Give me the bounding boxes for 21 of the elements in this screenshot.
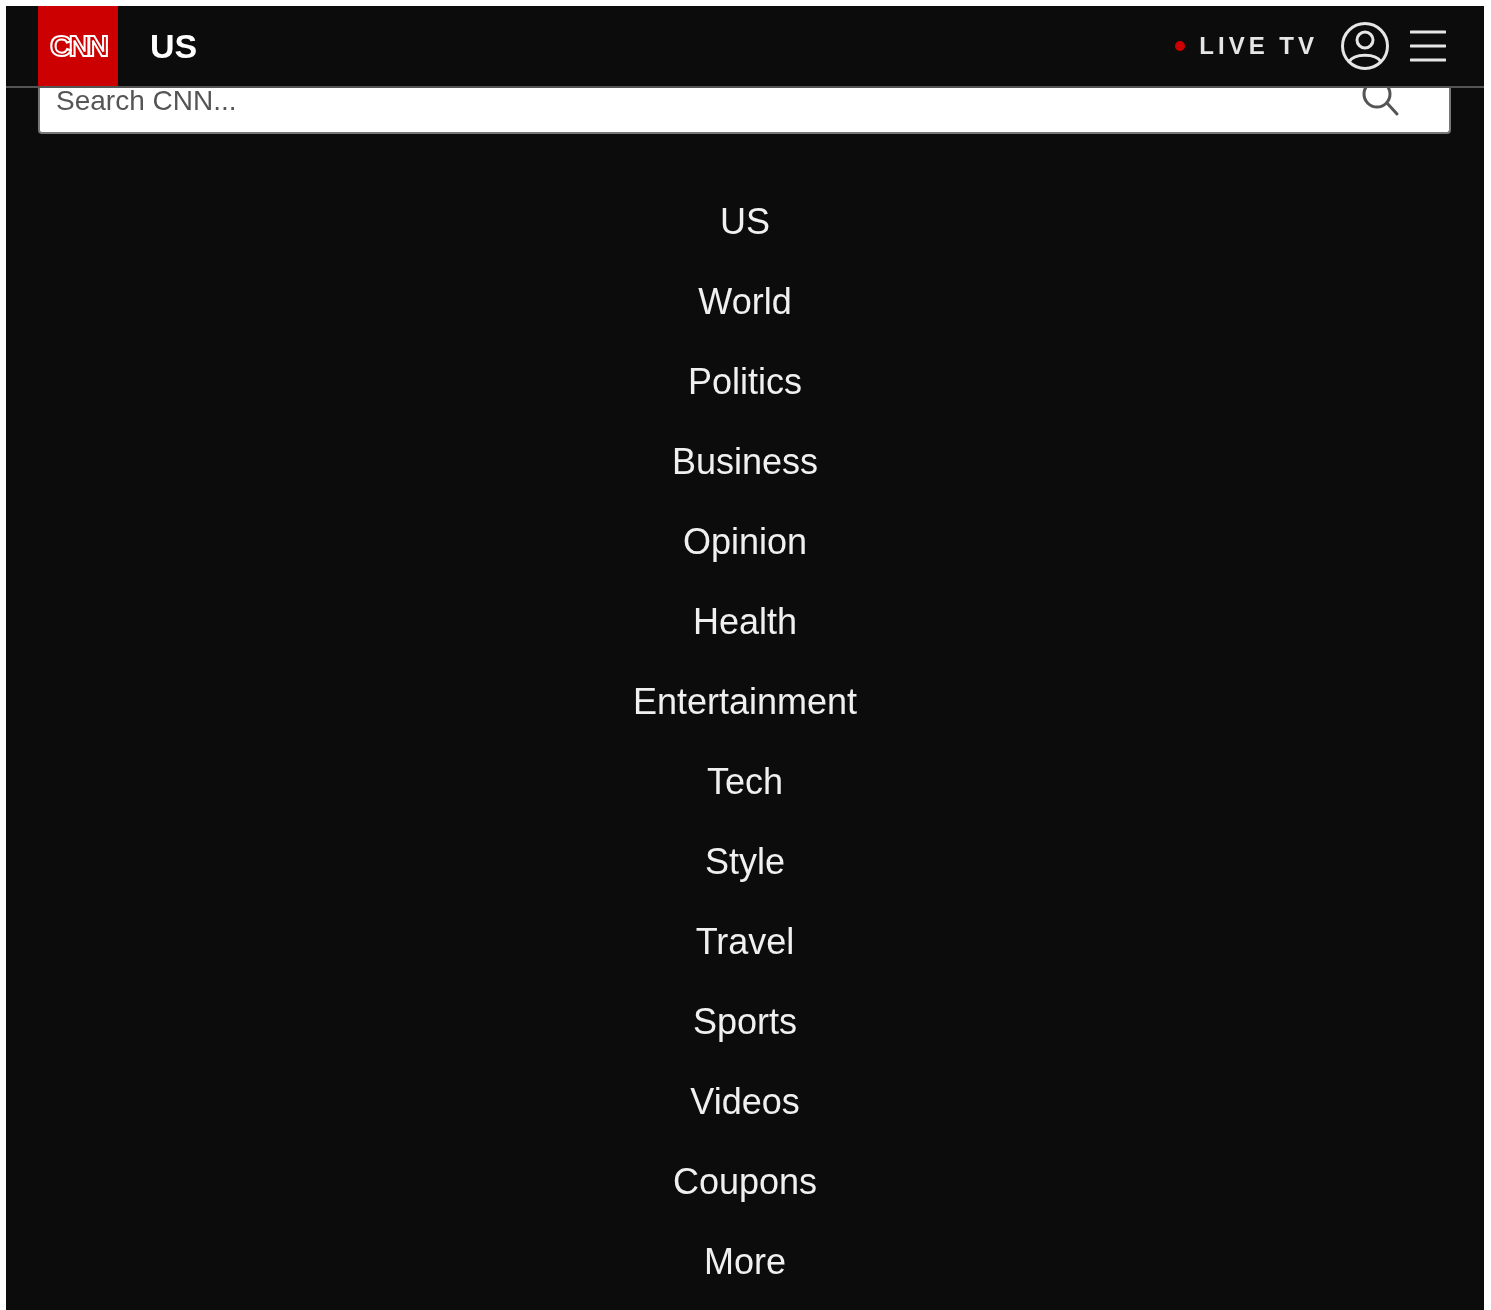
nav-link[interactable]: Business bbox=[671, 441, 819, 483]
nav-link[interactable]: Travel bbox=[695, 921, 795, 963]
nav-link[interactable]: Health bbox=[692, 601, 798, 643]
nav-link[interactable]: Entertainment bbox=[632, 681, 858, 723]
nav-link[interactable]: Politics bbox=[688, 361, 802, 403]
nav-link[interactable]: Style bbox=[704, 841, 785, 883]
nav-link[interactable]: US bbox=[720, 201, 770, 243]
nav-link[interactable]: Coupons bbox=[672, 1161, 818, 1203]
nav-link[interactable]: World bbox=[698, 281, 792, 323]
live-tv-link[interactable]: LIVE TV bbox=[1199, 32, 1318, 60]
account-icon[interactable] bbox=[1340, 21, 1390, 71]
menu-icon[interactable] bbox=[1410, 29, 1446, 63]
search-field[interactable]: Search CNN... bbox=[38, 88, 1451, 134]
nav-link[interactable]: Videos bbox=[690, 1081, 800, 1123]
search-icon[interactable] bbox=[1361, 88, 1401, 118]
nav-link[interactable]: More bbox=[704, 1241, 786, 1283]
nav-link[interactable]: Opinion bbox=[682, 521, 808, 563]
logo[interactable]: CNN bbox=[38, 6, 118, 86]
nav-link[interactable]: Sports bbox=[692, 1001, 797, 1043]
nav-link[interactable]: Tech bbox=[706, 761, 783, 803]
section-title: US bbox=[150, 26, 198, 66]
